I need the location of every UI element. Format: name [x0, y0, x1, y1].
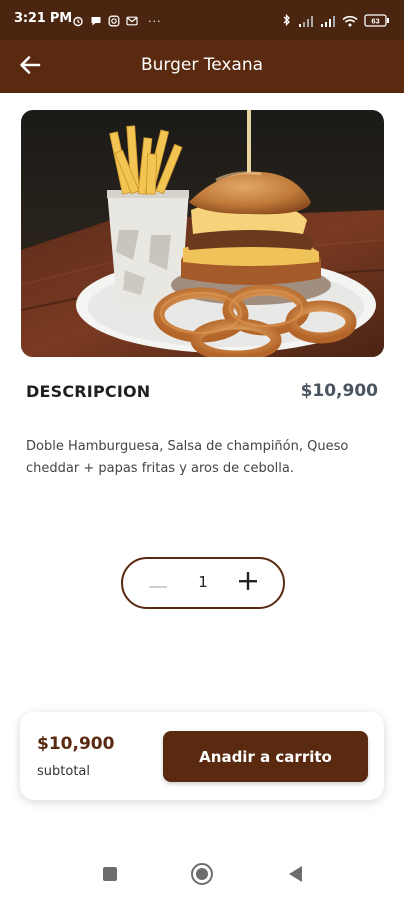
system-navigation-bar [0, 850, 404, 900]
description-heading: DESCRIPCION [26, 382, 151, 401]
product-description: Doble Hamburguesa, Salsa de champiñón, Q… [26, 439, 349, 476]
app-bar: Burger Texana [0, 40, 404, 93]
signal-icon [320, 12, 336, 31]
plus-icon [239, 572, 257, 594]
product-price: $10,900 [300, 381, 378, 401]
status-bar: 3:21 PM ··· 63 [0, 0, 404, 40]
product-image [21, 110, 384, 357]
recents-square-icon [102, 866, 118, 886]
alarm-icon [72, 12, 84, 31]
home-button[interactable] [190, 862, 214, 890]
chat-bubble-icon [90, 12, 102, 31]
bluetooth-icon [282, 12, 292, 31]
add-to-cart-button[interactable]: Anadir a carrito [163, 731, 368, 782]
increase-quantity-button[interactable] [235, 570, 261, 596]
cart-summary-card: $10,900 subtotal Anadir a carrito [20, 712, 384, 800]
battery-icon: 63 [364, 12, 390, 31]
subtotal-value: $10,900 [37, 734, 115, 754]
status-time: 3:21 PM [14, 11, 72, 26]
gmail-icon [126, 12, 138, 31]
quantity-stepper: 1 [121, 557, 285, 609]
more-notifications-indicator: ··· [148, 15, 162, 28]
recents-button[interactable] [98, 864, 122, 888]
instagram-icon [108, 12, 120, 31]
back-triangle-icon [287, 865, 303, 887]
subtotal-label: subtotal [37, 764, 90, 779]
page-title: Burger Texana [140, 55, 264, 75]
home-circle-icon [190, 862, 214, 890]
battery-level: 63 [371, 17, 379, 26]
status-notification-icons: ··· [72, 12, 162, 31]
signal-icon [298, 12, 314, 31]
nav-back-button[interactable] [283, 864, 307, 888]
status-system-icons: 63 [282, 12, 390, 31]
wifi-icon [342, 12, 358, 31]
